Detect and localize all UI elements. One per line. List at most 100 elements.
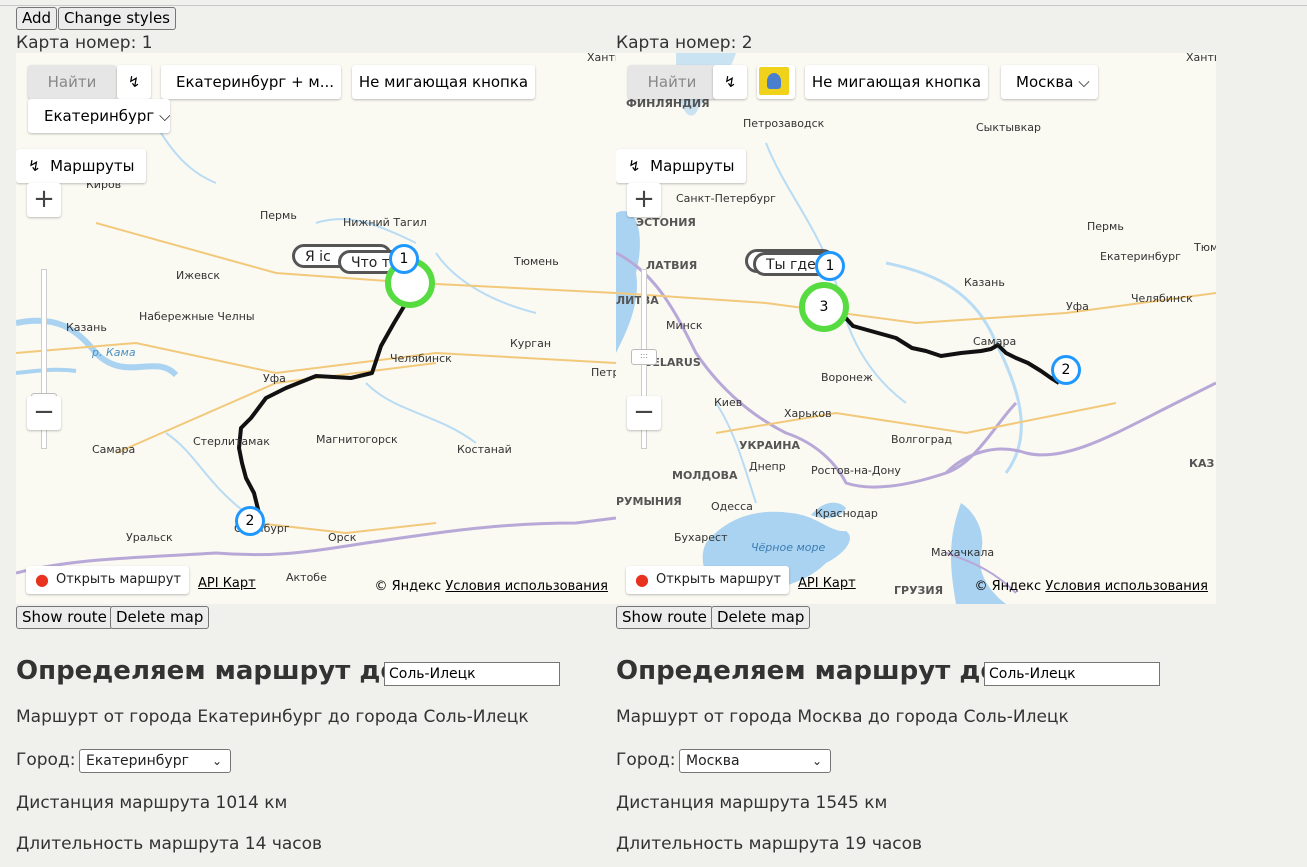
city-label: Челябинск bbox=[390, 352, 452, 365]
api-link-text[interactable]: API Карт bbox=[798, 576, 856, 591]
open-route-button[interactable]: ● Открыть маршрут bbox=[626, 566, 789, 594]
picture-icon bbox=[759, 67, 789, 95]
plus-icon[interactable]: + bbox=[27, 183, 61, 217]
chevron-down-icon: ⌵ bbox=[1078, 73, 1090, 91]
city-select[interactable]: Москва ⌄ bbox=[679, 749, 831, 773]
map-2-background: Ханты ФИНЛЯНДИЯ Петрозаводск Сыктывкар С… bbox=[616, 53, 1216, 604]
find-button[interactable]: Найти bbox=[28, 65, 116, 99]
map-1[interactable]: Киров Пермь Нижний Тагил Ханты Тюмень Иж… bbox=[16, 53, 616, 604]
delete-map-button[interactable]: Delete map bbox=[110, 606, 210, 629]
blink-button[interactable]: Не мигающая кнопка bbox=[352, 65, 535, 99]
river-label: р. Кама bbox=[91, 346, 136, 359]
city-label: Курган bbox=[510, 337, 551, 350]
city-label: Сыктывкар bbox=[976, 121, 1041, 134]
location-pin-icon[interactable]: 2 bbox=[1051, 355, 1081, 385]
map-1-heading: Карта номер: 1 bbox=[16, 33, 153, 53]
map-2[interactable]: Ханты ФИНЛЯНДИЯ Петрозаводск Сыктывкар С… bbox=[616, 53, 1216, 604]
country-label: РУМЫНИЯ bbox=[616, 495, 682, 508]
add-button[interactable]: Add bbox=[16, 7, 58, 30]
route-description: Маршурт от города Москва до города Соль-… bbox=[616, 707, 1069, 727]
open-route-label: Открыть маршрут bbox=[56, 572, 181, 587]
distance-text: Дистанция маршрута 1014 км bbox=[16, 793, 288, 813]
city-label: Самара bbox=[973, 335, 1016, 348]
routes-button[interactable]: ↯ Маршруты bbox=[616, 149, 746, 183]
city-label: Ханты bbox=[1186, 53, 1216, 64]
city-label: Тюмень bbox=[513, 255, 559, 268]
city-label: Челябинск bbox=[1131, 292, 1193, 305]
city-label: Стерлитамак bbox=[193, 435, 270, 448]
route-icon[interactable]: ↯ bbox=[713, 65, 747, 99]
city-label: Волгоград bbox=[891, 433, 952, 446]
country-label: ГРУЗИЯ bbox=[894, 584, 943, 597]
country-label: КАЗ bbox=[1189, 457, 1215, 470]
find-button[interactable]: Найти bbox=[628, 65, 716, 99]
country-label: МОЛДОВА bbox=[672, 469, 738, 482]
minus-icon[interactable]: − bbox=[27, 396, 61, 430]
zoom-thumb[interactable]: ::: bbox=[631, 349, 657, 365]
city-label: Днепр bbox=[749, 460, 786, 473]
delete-map-button[interactable]: Delete map bbox=[711, 606, 811, 629]
location-pin-icon[interactable]: 1 bbox=[815, 251, 845, 281]
chevron-down-icon: ⌵ bbox=[159, 107, 170, 125]
copyright: © Яндекс bbox=[974, 579, 1042, 594]
change-styles-button[interactable]: Change styles bbox=[58, 7, 176, 30]
city-field-label: Город: bbox=[16, 750, 76, 770]
city-label: Уфа bbox=[1066, 300, 1089, 313]
city-label: Бухарест bbox=[674, 531, 728, 544]
duration-text: Длительность маршрута 14 часов bbox=[16, 834, 323, 854]
location-pin-icon: ● bbox=[35, 570, 49, 589]
api-link-text[interactable]: API Карт bbox=[198, 576, 256, 591]
city-label: Нижний Тагил bbox=[343, 216, 427, 229]
city-dropdown-label: Москва bbox=[1016, 73, 1074, 91]
city-label: Одесса bbox=[711, 500, 753, 513]
minus-icon[interactable]: − bbox=[627, 396, 661, 430]
map-footer: © Яндекс Условия использования bbox=[375, 579, 608, 594]
copyright: © Яндекс bbox=[374, 579, 442, 594]
map-2-heading: Карта номер: 2 bbox=[616, 33, 753, 53]
country-label: ЭСТОНИЯ bbox=[636, 216, 696, 229]
route-icon[interactable]: ↯ bbox=[117, 65, 151, 99]
open-route-label: Открыть маршрут bbox=[656, 572, 781, 587]
top-divider bbox=[0, 5, 1307, 6]
route-heading: Определяем маршрут до: bbox=[616, 656, 1009, 686]
city-label: Воронеж bbox=[821, 371, 873, 384]
city-label: Пермь bbox=[1087, 220, 1124, 233]
city-label: Ханты bbox=[587, 53, 616, 64]
picture-button[interactable] bbox=[757, 65, 795, 99]
city-dropdown[interactable]: Екатеринбург ⌵ bbox=[28, 99, 170, 133]
api-link[interactable]: API Карт bbox=[198, 576, 256, 591]
blink-button[interactable]: Не мигающая кнопка bbox=[805, 65, 988, 99]
api-link[interactable]: API Карт bbox=[798, 576, 856, 591]
routes-label: Маршруты bbox=[50, 157, 135, 175]
country-label: ЛИТВА bbox=[616, 294, 659, 307]
city-dropdown[interactable]: Москва ⌵ bbox=[1001, 65, 1098, 99]
city-label: Ростов-на-Дону bbox=[811, 464, 901, 477]
routes-button[interactable]: ↯ Маршруты bbox=[16, 149, 146, 183]
city-label: Махачкала bbox=[931, 546, 994, 559]
cluster-marker[interactable]: 3 bbox=[799, 282, 849, 332]
terms-link[interactable]: Условия использования bbox=[1045, 579, 1208, 594]
routes-label: Маршруты bbox=[650, 157, 735, 175]
city-select[interactable]: Екатеринбург ⌄ bbox=[79, 749, 231, 773]
plus-icon[interactable]: + bbox=[627, 183, 661, 217]
location-pin-icon[interactable]: 2 bbox=[235, 506, 265, 536]
location-pin-icon[interactable]: 1 bbox=[389, 244, 419, 274]
show-route-button[interactable]: Show route bbox=[616, 606, 713, 629]
duration-text: Длительность маршрута 19 часов bbox=[616, 834, 923, 854]
destination-input[interactable] bbox=[384, 662, 560, 686]
country-label: УКРАИНА bbox=[739, 439, 800, 452]
city-field-label: Город: bbox=[616, 750, 676, 770]
open-route-button[interactable]: ● Открыть маршрут bbox=[26, 566, 189, 594]
city-label: Уфа bbox=[263, 372, 286, 385]
city-label: Актобе bbox=[286, 571, 327, 584]
route-button[interactable]: Екатеринбург + м... bbox=[161, 65, 341, 99]
route-description: Маршурт от города Екатеринбург до города… bbox=[16, 707, 529, 727]
map-footer: © Яндекс Условия использования bbox=[975, 579, 1208, 594]
route-icon: ↯ bbox=[28, 157, 41, 175]
city-label: Уральск bbox=[126, 531, 173, 544]
city-label: Минск bbox=[666, 319, 703, 332]
show-route-button[interactable]: Show route bbox=[16, 606, 113, 629]
destination-input[interactable] bbox=[984, 662, 1160, 686]
city-label: Костанай bbox=[457, 443, 512, 456]
terms-link[interactable]: Условия использования bbox=[445, 579, 608, 594]
